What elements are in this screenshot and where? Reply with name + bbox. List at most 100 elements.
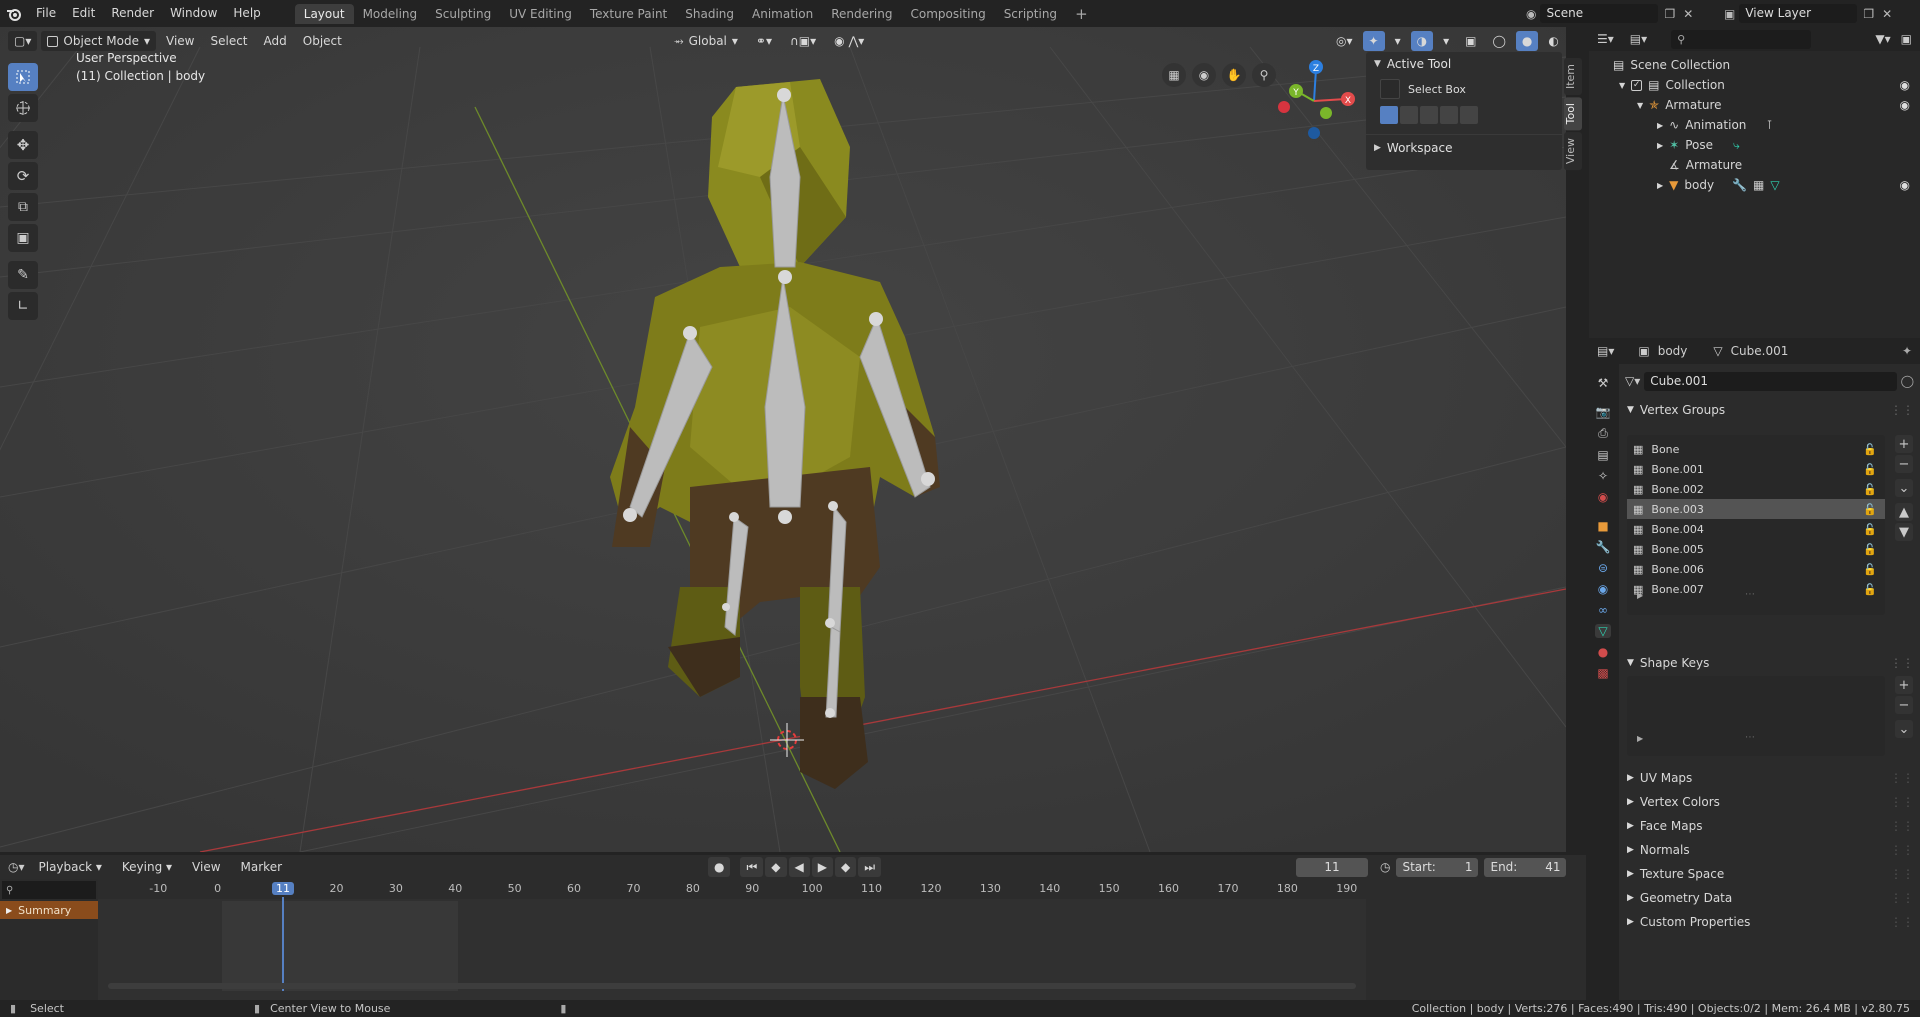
- tab-compositing[interactable]: Compositing: [901, 4, 994, 24]
- move-up-icon[interactable]: ▲: [1895, 503, 1913, 521]
- camera-view-icon[interactable]: ◉: [1192, 63, 1216, 87]
- outliner-row-armature-data[interactable]: ∡ Armature: [1589, 155, 1920, 175]
- move-icon[interactable]: ✥: [8, 131, 38, 159]
- prev-keyframe-icon[interactable]: ◆: [765, 857, 787, 877]
- panel-geometry-data[interactable]: ▶ Geometry Data ⋮⋮: [1619, 886, 1920, 910]
- tab-item[interactable]: Item: [1564, 58, 1582, 96]
- navigation-gizmo[interactable]: Z X Y: [1266, 59, 1356, 149]
- panel-texture-space[interactable]: ▶ Texture Space ⋮⋮: [1619, 862, 1920, 886]
- lock-icon[interactable]: 🔓: [1863, 523, 1877, 536]
- horizontal-scrollbar[interactable]: [108, 983, 1356, 989]
- measure-icon[interactable]: ∟: [8, 292, 38, 320]
- dopesheet-area[interactable]: -10 0 11 20 30 40 50 60 70 80 90 100 110 120 130 140 150…: [98, 879, 1366, 1000]
- vertex-group-item[interactable]: ▦ Bone.007 🔓: [1627, 579, 1885, 599]
- viewport-menu-object[interactable]: Object: [297, 31, 348, 51]
- timeline-editor-icon[interactable]: ◷▾: [8, 860, 25, 874]
- end-frame-field[interactable]: End: 41: [1484, 857, 1567, 877]
- pin-icon[interactable]: ✦: [1902, 344, 1912, 358]
- list-resize-handle[interactable]: ⋯: [1745, 732, 1755, 743]
- tool-tab-icon[interactable]: ⚒: [1598, 376, 1609, 390]
- add-workspace-icon[interactable]: +: [1066, 4, 1097, 24]
- texture-tab-icon[interactable]: ▩: [1597, 666, 1608, 680]
- drag-handle-icon[interactable]: ⋮⋮: [1890, 915, 1914, 929]
- mode-dropdown[interactable]: Object Mode ▾: [41, 31, 156, 51]
- viewport-menu-select[interactable]: Select: [204, 31, 253, 51]
- remove-vertex-group-icon[interactable]: −: [1895, 455, 1913, 473]
- current-frame-field[interactable]: 11: [1296, 857, 1368, 877]
- new-collection-icon[interactable]: ▣: [1901, 32, 1912, 46]
- add-shape-key-icon[interactable]: +: [1895, 676, 1913, 694]
- tab-sculpting[interactable]: Sculpting: [426, 4, 500, 24]
- list-expand-icon[interactable]: ▶: [1637, 591, 1643, 600]
- menu-playback[interactable]: Playback ▾: [33, 857, 108, 877]
- transform-icon[interactable]: ▣: [8, 224, 38, 252]
- vertex-group-item[interactable]: ▦ Bone 🔓: [1627, 439, 1885, 459]
- mode-subtract-icon[interactable]: [1420, 106, 1438, 124]
- preview-range-icon[interactable]: ◷: [1380, 860, 1390, 874]
- play-reverse-icon[interactable]: ◀: [788, 857, 810, 877]
- mode-intersect-icon[interactable]: [1460, 106, 1478, 124]
- vertex-group-item[interactable]: ▦ Bone.004 🔓: [1627, 519, 1885, 539]
- proportional-edit-icon[interactable]: ◉ ⋀▾: [828, 31, 870, 51]
- menu-keying[interactable]: Keying ▾: [116, 857, 178, 877]
- vertex-groups-header[interactable]: ▼ Vertex Groups ⋮⋮: [1619, 399, 1920, 421]
- blender-icon[interactable]: [0, 0, 28, 27]
- outliner-editor-icon[interactable]: ☰▾: [1597, 32, 1614, 46]
- vertex-group-item[interactable]: ▦ Bone.001 🔓: [1627, 459, 1885, 479]
- scene-selector[interactable]: ◉ Scene ❐ ✕: [1526, 3, 1693, 24]
- lock-icon[interactable]: 🔓: [1863, 483, 1877, 496]
- mode-extend-icon[interactable]: [1400, 106, 1418, 124]
- vertex-group-item[interactable]: ▦ Bone.006 🔓: [1627, 559, 1885, 579]
- object-name[interactable]: body: [1658, 344, 1688, 358]
- lock-icon[interactable]: 🔓: [1863, 583, 1877, 596]
- menu-help[interactable]: Help: [225, 0, 268, 27]
- modifiers-tab-icon[interactable]: 🔧: [1596, 540, 1611, 554]
- tab-texture-paint[interactable]: Texture Paint: [581, 4, 676, 24]
- physics-tab-icon[interactable]: ◉: [1598, 582, 1608, 596]
- toggle-ortho-icon[interactable]: ▦: [1162, 63, 1186, 87]
- tab-uv-editing[interactable]: UV Editing: [500, 4, 581, 24]
- vertex-group-specials-icon[interactable]: ⌄: [1895, 479, 1913, 497]
- panel-custom-properties[interactable]: ▶ Custom Properties ⋮⋮: [1619, 910, 1920, 934]
- panel-normals[interactable]: ▶ Normals ⋮⋮: [1619, 838, 1920, 862]
- drag-handle-icon[interactable]: ⋮⋮: [1890, 891, 1914, 905]
- menu-window[interactable]: Window: [162, 0, 225, 27]
- drag-handle-icon[interactable]: ⋮⋮: [1890, 403, 1914, 417]
- outliner-search-input[interactable]: ⚲: [1671, 29, 1812, 49]
- rotate-icon[interactable]: ⟳: [8, 162, 38, 190]
- world-tab-icon[interactable]: ◉: [1598, 490, 1608, 504]
- scene-field[interactable]: Scene: [1540, 4, 1659, 23]
- select-box-icon[interactable]: [8, 63, 38, 91]
- viewport-menu-view[interactable]: View: [160, 31, 200, 51]
- outliner-row-animation[interactable]: ▶ ∿ Animation ⊺: [1589, 115, 1920, 135]
- panel-face-maps[interactable]: ▶ Face Maps ⋮⋮: [1619, 814, 1920, 838]
- tab-view[interactable]: View: [1564, 132, 1582, 171]
- material-shading-icon[interactable]: ◐: [1542, 31, 1564, 51]
- lock-icon[interactable]: 🔓: [1863, 543, 1877, 556]
- solid-shading-icon[interactable]: ●: [1515, 31, 1539, 51]
- panel-vertex-colors[interactable]: ▶ Vertex Colors ⋮⋮: [1619, 790, 1920, 814]
- vertex-group-item[interactable]: ▦ Bone.005 🔓: [1627, 539, 1885, 559]
- channel-search-input[interactable]: ⚲: [2, 881, 96, 899]
- start-frame-field[interactable]: Start: 1: [1396, 857, 1479, 877]
- auto-keying-icon[interactable]: ●: [708, 857, 731, 877]
- jump-start-icon[interactable]: ⏮: [740, 857, 764, 877]
- annotate-icon[interactable]: ✎: [8, 261, 38, 289]
- properties-editor-icon[interactable]: ▤▾: [1597, 344, 1614, 358]
- gizmo-dropdown-icon[interactable]: ▾: [1389, 31, 1407, 51]
- drag-handle-icon[interactable]: ⋮⋮: [1890, 843, 1914, 857]
- visibility-icon[interactable]: ◎▾: [1330, 31, 1359, 51]
- active-tool-row[interactable]: Select Box: [1366, 76, 1562, 102]
- panel-uv-maps[interactable]: ▶ UV Maps ⋮⋮: [1619, 766, 1920, 790]
- overlays-toggle-icon[interactable]: ◑: [1410, 31, 1434, 51]
- play-icon[interactable]: ▶: [811, 857, 833, 877]
- drag-handle-icon[interactable]: ⋮⋮: [1890, 795, 1914, 809]
- data-name[interactable]: Cube.001: [1731, 344, 1789, 358]
- new-view-layer-icon[interactable]: ❐: [1863, 7, 1874, 21]
- mesh-name-field[interactable]: Cube.001: [1644, 371, 1897, 391]
- cursor-icon[interactable]: [8, 94, 38, 122]
- mesh-browse-icon[interactable]: ▽▾: [1625, 374, 1640, 388]
- output-tab-icon[interactable]: ⎙: [1598, 426, 1608, 441]
- eye-icon[interactable]: ◉: [1900, 178, 1910, 192]
- workspace-section[interactable]: ▶ Workspace: [1366, 134, 1562, 160]
